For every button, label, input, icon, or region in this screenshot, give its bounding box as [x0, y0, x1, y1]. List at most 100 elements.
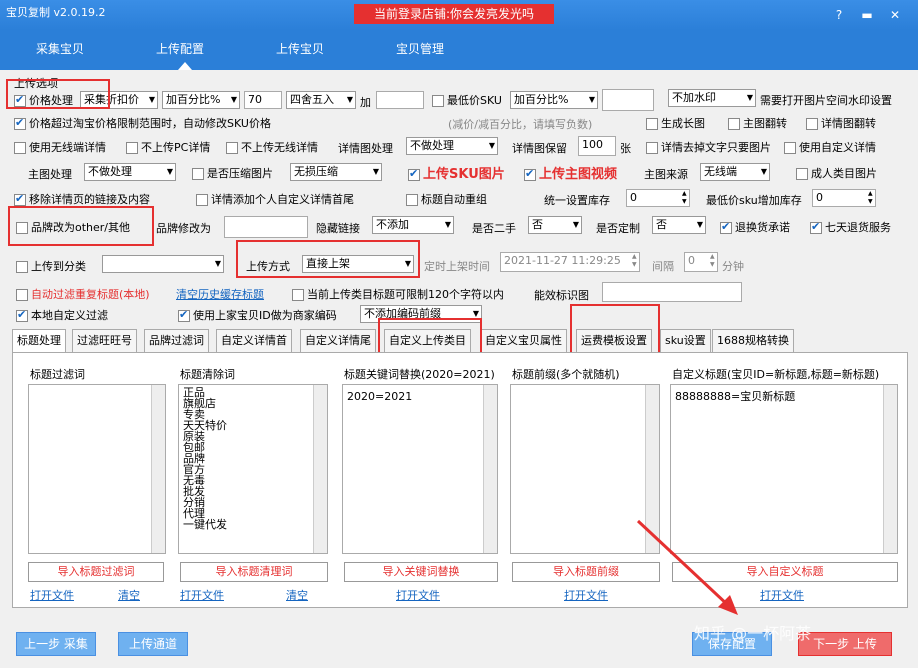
tab-custom-detail-head[interactable]: 自定义详情首	[216, 329, 292, 353]
next-upload-button[interactable]: 下一步 上传	[798, 632, 892, 656]
compress-select[interactable]: 无损压缩	[290, 163, 382, 181]
limit-120-checkbox[interactable]: 当前上传类目标题可限制120个字符以内	[292, 286, 504, 302]
help-icon[interactable]: ?	[832, 8, 846, 22]
brand-change-input[interactable]	[224, 216, 308, 238]
main-src-select[interactable]: 无线端	[700, 163, 770, 181]
no-pc-detail-checkbox[interactable]: 不上传PC详情	[126, 139, 210, 155]
local-filter-checkbox[interactable]: 本地自定义过滤	[16, 307, 108, 323]
upload-to-category-label: 上传到分类	[31, 260, 86, 273]
open-file-link-2[interactable]: 打开文件	[180, 587, 224, 603]
tab-filter-wangwang[interactable]: 过滤旺旺号	[72, 329, 137, 353]
detail-flip-checkbox[interactable]: 详情图翻转	[806, 115, 876, 131]
auto-filter-dup-checkbox[interactable]: 自动过滤重复标题(本地)	[16, 286, 150, 302]
custom-detail-label: 使用自定义详情	[799, 141, 876, 154]
min-sku-checkbox[interactable]: 最低价SKU	[432, 92, 502, 108]
import-keyword-replace-button[interactable]: 导入关键词替换	[344, 562, 498, 582]
remove-text-img-label: 详情去掉文字只要图片	[661, 141, 771, 154]
tab-1688-spec[interactable]: 1688规格转换	[712, 329, 794, 353]
custom-detail-checkbox[interactable]: 使用自定义详情	[784, 139, 876, 155]
min-sku-value-input[interactable]	[602, 89, 654, 111]
tab-collect[interactable]: 采集宝贝	[36, 40, 84, 57]
second-hand-label: 是否二手	[472, 222, 516, 235]
upload-main-video-checkbox[interactable]: 上传主图视频	[524, 163, 617, 182]
tab-manage[interactable]: 宝贝管理	[396, 40, 444, 57]
detail-img-proc-label: 详情图处理	[338, 142, 393, 155]
login-banner: 当前登录店铺:你会发亮发光吗	[354, 4, 554, 24]
tab-upload[interactable]: 上传宝贝	[276, 40, 324, 57]
main-proc-select[interactable]: 不做处理	[84, 163, 176, 181]
checkbox-box	[16, 261, 28, 273]
interval-spinner[interactable]: 0	[684, 252, 718, 272]
scheduled-time-input[interactable]: 2021-11-27 11:29:25	[500, 252, 640, 272]
compress-checkbox[interactable]: 是否压缩图片	[192, 165, 273, 181]
hide-link-select[interactable]: 不添加	[372, 216, 454, 234]
category-select[interactable]	[102, 255, 224, 273]
adult-img-checkbox[interactable]: 成人类目图片	[796, 165, 877, 181]
tab-brand-filter[interactable]: 品牌过滤词	[144, 329, 209, 353]
use-prev-id-checkbox[interactable]: 使用上家宝贝ID做为商家编码	[178, 307, 337, 323]
remove-links-checkbox[interactable]: 移除详情页的链接及内容	[14, 191, 150, 207]
title-regroup-checkbox[interactable]: 标题自动重组	[406, 191, 487, 207]
custom-made-select[interactable]: 否	[652, 216, 706, 234]
tab-upload-config[interactable]: 上传配置	[156, 40, 204, 57]
scrollbar[interactable]	[883, 385, 897, 553]
wireless-detail-checkbox[interactable]: 使用无线端详情	[14, 139, 106, 155]
checkbox-box	[646, 142, 658, 154]
scrollbar[interactable]	[483, 385, 497, 553]
clear-cache-link[interactable]: 清空历史缓存标题	[176, 286, 264, 302]
limit-120-label: 当前上传类目标题可限制120个字符以内	[307, 288, 504, 301]
interval-label: 间隔	[652, 260, 674, 273]
main-flip-checkbox[interactable]: 主图翻转	[728, 115, 787, 131]
title-clear-textarea[interactable]: 正品 旗舰店 专卖 天天特价 原装 包邮 品牌 官方 无毒 批发 分销 代理 一…	[178, 384, 328, 554]
gen-long-img-checkbox[interactable]: 生成长图	[646, 115, 705, 131]
no-wireless-detail-checkbox[interactable]: 不上传无线详情	[226, 139, 318, 155]
unify-stock-label: 统一设置库存	[544, 194, 610, 207]
import-title-clear-button[interactable]: 导入标题清理词	[180, 562, 328, 582]
remove-text-img-checkbox[interactable]: 详情去掉文字只要图片	[646, 139, 771, 155]
detail-keep-input[interactable]: 100	[578, 136, 616, 156]
second-hand-select[interactable]: 否	[528, 216, 582, 234]
seven-day-return-checkbox[interactable]: 七天退货服务	[810, 219, 891, 235]
price-value-input[interactable]: 70	[244, 91, 282, 109]
upload-channel-button[interactable]: 上传通道	[118, 632, 188, 656]
open-file-link-1[interactable]: 打开文件	[30, 587, 74, 603]
title-filter-textarea[interactable]	[28, 384, 166, 554]
price-calc-select[interactable]: 加百分比%	[162, 91, 240, 109]
clear-link-2[interactable]: 清空	[286, 587, 308, 603]
min-sku-calc-select[interactable]: 加百分比%	[510, 91, 598, 109]
watermark-select[interactable]: 不加水印	[668, 89, 756, 107]
prev-collect-button[interactable]: 上一步 采集	[16, 632, 96, 656]
title-bar: 宝贝复制 v2.0.19.2 当前登录店铺:你会发亮发光吗 ? ▬ ✕	[0, 0, 918, 30]
add-custom-header-checkbox[interactable]: 详情添加个人自定义详情首尾	[196, 191, 354, 207]
import-title-filter-button[interactable]: 导入标题过滤词	[28, 562, 164, 582]
rounding-select[interactable]: 四舍五入	[286, 91, 356, 109]
local-filter-label: 本地自定义过滤	[31, 309, 108, 322]
auto-adjust-checkbox[interactable]: 价格超过淘宝价格限制范围时，自动修改SKU价格	[14, 115, 271, 131]
upload-sku-img-checkbox[interactable]: 上传SKU图片	[408, 163, 505, 182]
scrollbar[interactable]	[151, 385, 165, 553]
clear-link-1[interactable]: 清空	[118, 587, 140, 603]
tab-custom-attributes[interactable]: 自定义宝贝属性	[480, 329, 567, 353]
upload-sku-img-label: 上传SKU图片	[423, 167, 505, 182]
tab-sku-settings[interactable]: sku设置	[660, 329, 711, 353]
min-sku-stock-spinner[interactable]: 0	[812, 189, 876, 207]
tab-custom-detail-tail[interactable]: 自定义详情尾	[300, 329, 376, 353]
minimize-icon[interactable]: ▬	[860, 8, 874, 22]
open-file-link-3[interactable]: 打开文件	[396, 587, 440, 603]
open-file-link-5[interactable]: 打开文件	[760, 587, 804, 603]
col3-label: 标题关键词替换(2020=2021)	[344, 368, 495, 381]
close-icon[interactable]: ✕	[888, 8, 902, 22]
scrollbar[interactable]	[313, 385, 327, 553]
highlight-box	[6, 79, 110, 109]
detail-img-proc-select[interactable]: 不做处理	[406, 137, 498, 155]
open-file-link-4[interactable]: 打开文件	[564, 587, 608, 603]
efficacy-input[interactable]	[602, 282, 742, 302]
keyword-replace-textarea[interactable]: 2020=2021	[342, 384, 498, 554]
upload-main-video-label: 上传主图视频	[539, 167, 618, 182]
plus-value-input[interactable]	[376, 91, 424, 109]
tab-title-process[interactable]: 标题处理	[12, 329, 66, 353]
return-promise-checkbox[interactable]: 退换货承诺	[720, 219, 790, 235]
unify-stock-spinner[interactable]: 0	[626, 189, 690, 207]
upload-to-category-checkbox[interactable]: 上传到分类	[16, 258, 86, 274]
no-wireless-detail-label: 不上传无线详情	[241, 141, 318, 154]
